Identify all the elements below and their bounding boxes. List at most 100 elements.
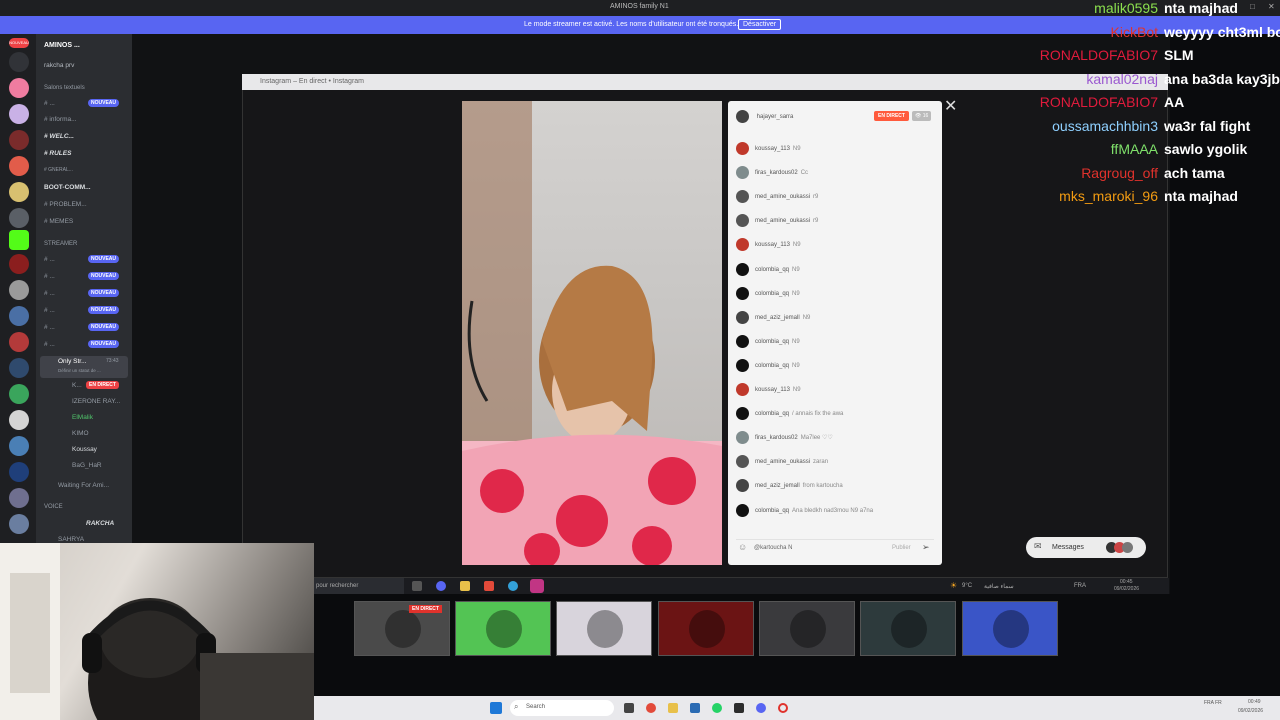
server-icon[interactable] bbox=[9, 208, 29, 228]
discord-icon[interactable] bbox=[756, 703, 766, 713]
voice-channel-name[interactable]: Only Str... bbox=[58, 358, 87, 365]
taskview-icon[interactable] bbox=[624, 703, 634, 713]
voice-user[interactable]: IZERONE RAY... bbox=[72, 398, 120, 405]
host-username[interactable]: hajayer_sarra bbox=[757, 114, 794, 120]
comment-username[interactable]: med_amine_oukassi bbox=[755, 459, 810, 465]
opera-icon[interactable] bbox=[778, 703, 788, 713]
send-icon[interactable]: ➢ bbox=[922, 542, 930, 553]
dm-user[interactable]: rakcha prv bbox=[44, 62, 74, 69]
streamer-channel[interactable]: # ... bbox=[44, 324, 55, 331]
start-icon[interactable] bbox=[490, 702, 502, 714]
avatar[interactable] bbox=[736, 286, 749, 300]
comment-username[interactable]: colombia_qq bbox=[755, 291, 789, 297]
avatar[interactable] bbox=[736, 334, 749, 348]
comment-username[interactable]: firas_kardous02 bbox=[755, 435, 798, 441]
text-channel[interactable]: # informa... bbox=[44, 116, 77, 123]
server-icon[interactable] bbox=[9, 436, 29, 456]
comment-username[interactable]: koussay_113 bbox=[755, 387, 790, 393]
thumbnail-instagram-live[interactable]: EN DIRECT bbox=[354, 601, 450, 656]
server-name[interactable]: AMINOS ... bbox=[44, 42, 80, 49]
text-channel[interactable]: # PROBLEM... bbox=[44, 201, 87, 208]
avatar[interactable] bbox=[736, 142, 749, 155]
thumbnail-swords[interactable] bbox=[759, 601, 855, 656]
instagram-tab-title[interactable]: Instagram – En direct • Instagram bbox=[260, 78, 364, 85]
server-icon[interactable] bbox=[9, 462, 29, 482]
comment-username[interactable]: colombia_qq bbox=[755, 508, 789, 514]
voice-status[interactable]: Définir un statut de ... bbox=[58, 368, 101, 373]
comment-username[interactable]: colombia_qq bbox=[755, 363, 789, 369]
voice-channel[interactable]: RAKCHA bbox=[86, 520, 114, 527]
comment-username[interactable]: firas_kardous02 bbox=[755, 170, 798, 176]
host-avatar[interactable] bbox=[736, 110, 749, 123]
server-icon[interactable] bbox=[9, 280, 29, 300]
avatar[interactable] bbox=[736, 238, 749, 252]
streamer-channel[interactable]: # ... bbox=[44, 256, 55, 263]
brave-icon[interactable] bbox=[484, 581, 494, 591]
publish-button[interactable]: Publier bbox=[892, 545, 911, 551]
server-icon[interactable] bbox=[9, 410, 29, 430]
whatsapp-icon[interactable] bbox=[712, 703, 722, 713]
close-icon[interactable]: ✕ bbox=[944, 96, 957, 116]
comment-input[interactable]: @kartoucha N bbox=[754, 545, 792, 551]
server-icon[interactable] bbox=[9, 514, 29, 534]
folder-icon[interactable] bbox=[460, 581, 470, 591]
thumbnail-blue-warrior[interactable] bbox=[962, 601, 1058, 656]
text-channel[interactable]: # MEMES bbox=[44, 218, 73, 225]
avatar[interactable] bbox=[736, 455, 749, 469]
comment-username[interactable]: med_aziz_jemall bbox=[755, 315, 800, 321]
server-icon[interactable] bbox=[9, 254, 29, 274]
server-icon[interactable] bbox=[9, 332, 29, 352]
text-channel[interactable]: # GNERAL... bbox=[44, 167, 73, 173]
server-icon[interactable] bbox=[9, 130, 29, 150]
close-window-button[interactable]: ✕ bbox=[1268, 2, 1275, 11]
server-icon[interactable] bbox=[9, 104, 29, 124]
obs-icon[interactable] bbox=[734, 703, 744, 713]
discord-icon[interactable] bbox=[436, 581, 446, 591]
thumbnail-sticker[interactable] bbox=[860, 601, 956, 656]
thumbnail-red-fighter[interactable] bbox=[658, 601, 754, 656]
avatar[interactable] bbox=[736, 166, 749, 180]
avatar[interactable] bbox=[736, 358, 749, 372]
direct-messages-icon[interactable] bbox=[9, 52, 29, 72]
thumbnail-kick[interactable] bbox=[455, 601, 551, 656]
voice-channel[interactable]: SAHRYA bbox=[58, 536, 84, 543]
kick-server-icon[interactable] bbox=[9, 230, 29, 250]
voice-channel[interactable]: Waiting For Ami... bbox=[58, 482, 109, 489]
avatar[interactable] bbox=[736, 383, 749, 396]
comment-username[interactable]: colombia_qq bbox=[755, 411, 789, 417]
avatar[interactable] bbox=[736, 479, 749, 493]
taskbar-search[interactable]: Search bbox=[526, 704, 545, 710]
category-streamer[interactable]: STREAMER bbox=[44, 241, 77, 247]
avatar[interactable] bbox=[736, 214, 749, 228]
server-icon[interactable] bbox=[9, 306, 29, 326]
server-icon[interactable] bbox=[9, 156, 29, 176]
text-channel[interactable]: # RULES bbox=[44, 150, 71, 157]
maximize-button[interactable]: □ bbox=[1250, 2, 1255, 11]
streamer-channel[interactable]: # ... bbox=[44, 290, 55, 297]
text-channel[interactable]: BOOT-COMM... bbox=[44, 184, 91, 191]
server-icon[interactable] bbox=[9, 384, 29, 404]
instagram-icon[interactable] bbox=[530, 579, 544, 593]
avatar[interactable] bbox=[736, 503, 749, 517]
avatar[interactable] bbox=[736, 190, 749, 204]
comment-username[interactable]: colombia_qq bbox=[755, 267, 789, 273]
comment-username[interactable]: koussay_113 bbox=[755, 242, 790, 248]
language-indicator[interactable]: FRA bbox=[1074, 583, 1086, 589]
app-icon[interactable] bbox=[690, 703, 700, 713]
category-voice[interactable]: VOICE bbox=[44, 504, 63, 510]
avatar[interactable] bbox=[736, 431, 749, 445]
voice-user[interactable]: K... bbox=[72, 382, 82, 389]
text-channel[interactable]: # ... bbox=[44, 100, 55, 107]
server-icon[interactable] bbox=[9, 488, 29, 508]
streamer-channel[interactable]: # ... bbox=[44, 307, 55, 314]
comment-username[interactable]: med_amine_oukassi bbox=[755, 218, 810, 224]
folder-icon[interactable] bbox=[668, 703, 678, 713]
language-indicator[interactable]: FRA FR bbox=[1204, 700, 1222, 706]
server-icon[interactable] bbox=[9, 78, 29, 98]
comment-username[interactable]: koussay_113 bbox=[755, 146, 790, 152]
server-icon[interactable] bbox=[9, 182, 29, 202]
emoji-icon[interactable]: ☺ bbox=[738, 542, 747, 552]
avatar[interactable] bbox=[736, 262, 749, 276]
text-channel[interactable]: # WELC... bbox=[44, 133, 74, 140]
voice-user[interactable]: ElMalik bbox=[72, 414, 93, 421]
